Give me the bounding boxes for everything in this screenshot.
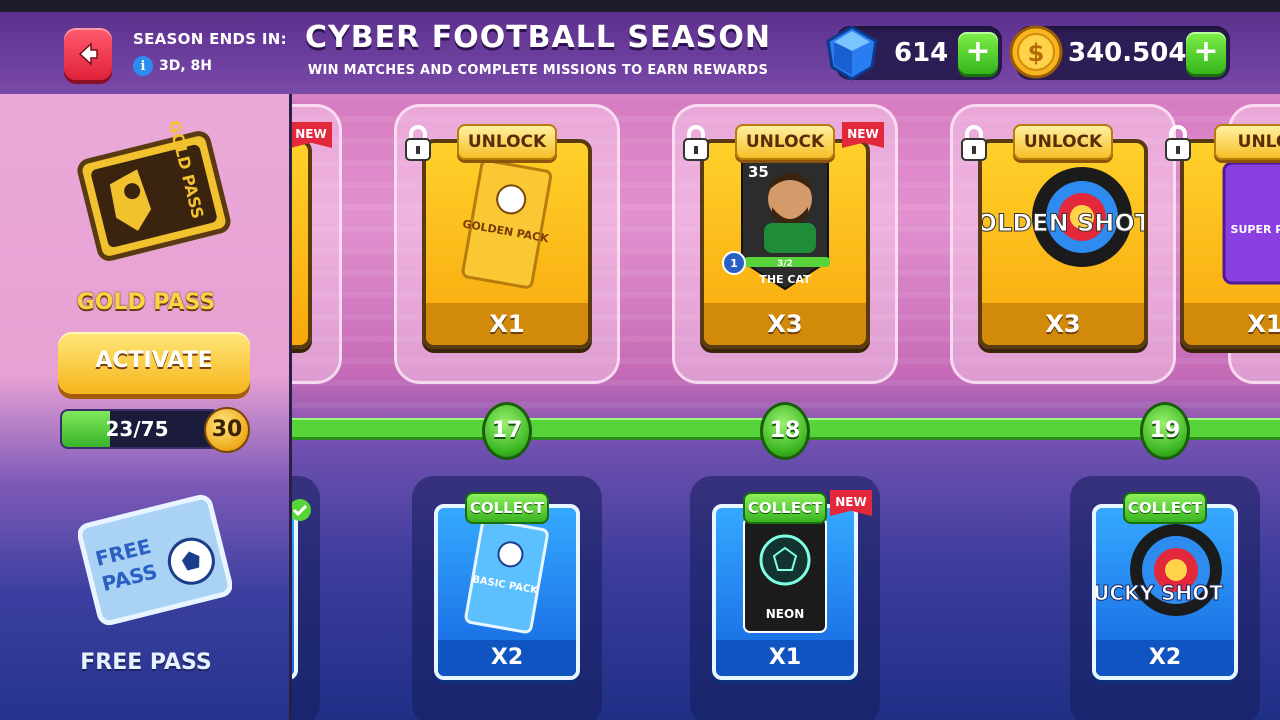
reward-track[interactable]: NEW GOLDEN PACK X1 UNLOCK 35 3/2 1 THE C…: [292, 94, 1280, 720]
free-pass-card-image[interactable]: FREE PASS: [78, 490, 232, 630]
svg-text:THE CAT: THE CAT: [759, 273, 811, 286]
reward-quantity: X3: [982, 303, 1144, 345]
free-reward-card[interactable]: NEON X1: [712, 504, 858, 680]
lock-icon: [1165, 125, 1191, 161]
free-reward-card-partial[interactable]: [292, 504, 298, 680]
basic-pack-image: BASIC PACK: [464, 518, 549, 634]
gold-reward-card[interactable]: GOLDEN SHOT X3: [978, 139, 1148, 349]
collect-button[interactable]: COLLECT: [465, 492, 549, 524]
reward-quantity: X1: [426, 303, 588, 345]
svg-text:GOLDEN SHOT: GOLDEN SHOT: [982, 209, 1144, 237]
pass-sidebar: GOLD PASS GOLD PASS ACTIVATE 23/75 30 FR…: [0, 94, 292, 720]
unlock-tag: UNLOCK: [457, 124, 557, 160]
current-level-badge: 30: [204, 407, 250, 453]
coins-value: 340.504: [1068, 38, 1187, 68]
super-pack-image: SUPER PACK: [1222, 161, 1280, 285]
reward-quantity: X2: [1096, 640, 1234, 676]
neon-ball-image: NEON: [743, 517, 827, 633]
game-screen: SEASON ENDS IN: i 3D, 8H CYBER FOOTBALL …: [0, 0, 1280, 720]
gold-pass-label: GOLD PASS: [76, 290, 216, 315]
gold-reward-card[interactable]: GOLDEN PACK X1: [422, 139, 592, 349]
level-node: 17: [482, 402, 532, 460]
lucky-shot-image: LUCKY SHOT: [1096, 524, 1224, 616]
coins-counter: $ 340.504 +: [1009, 25, 1230, 80]
level-node: 19: [1140, 402, 1190, 460]
add-gems-button[interactable]: +: [958, 32, 998, 74]
gold-reward-card-partial[interactable]: [292, 139, 312, 349]
golden-shot-image: GOLDEN SHOT: [982, 167, 1144, 267]
gold-pass-card-image[interactable]: GOLD PASS: [74, 116, 234, 276]
free-reward-card[interactable]: LUCKY SHOT X2: [1092, 504, 1238, 680]
player-card-image: 35 3/2 1 THE CAT: [722, 160, 830, 291]
svg-text:LUCKY SHOT: LUCKY SHOT: [1096, 581, 1223, 605]
collect-button[interactable]: COLLECT: [743, 492, 827, 524]
season-progress-bar: 23/75: [60, 409, 220, 449]
back-arrow-icon: [78, 42, 98, 66]
collect-button[interactable]: COLLECT: [1123, 492, 1207, 524]
lock-icon: [683, 125, 709, 161]
reward-quantity: X3: [704, 303, 866, 345]
svg-text:$: $: [1028, 39, 1045, 67]
svg-text:35: 35: [748, 163, 769, 181]
page-subtitle: WIN MATCHES AND COMPLETE MISSIONS TO EAR…: [307, 63, 769, 78]
check-icon: [292, 499, 311, 521]
gems-counter: 614 +: [826, 25, 1002, 81]
gem-icon: [826, 25, 878, 81]
activate-button[interactable]: ACTIVATE: [58, 332, 250, 394]
season-ends-label: SEASON ENDS IN:: [133, 30, 287, 48]
gold-reward-card[interactable]: 35 3/2 1 THE CAT X3: [700, 139, 870, 349]
unlock-tag: UNLOCK: [735, 124, 835, 160]
level-node: 18: [760, 402, 810, 460]
free-pass-label: FREE PASS: [80, 650, 212, 675]
back-button[interactable]: [64, 28, 112, 80]
season-time-remaining: 3D, 8H: [159, 58, 213, 74]
coin-icon: $: [1009, 25, 1063, 79]
unlock-tag: UNLO: [1214, 124, 1280, 160]
golden-pack-image: GOLDEN PACK: [461, 159, 553, 289]
unlock-tag: UNLOCK: [1013, 124, 1113, 160]
reward-quantity: X1: [1184, 303, 1280, 345]
svg-text:SUPER PACK: SUPER PACK: [1231, 223, 1280, 236]
lock-icon: [961, 125, 987, 161]
reward-quantity: X1: [716, 640, 854, 676]
top-bar: SEASON ENDS IN: i 3D, 8H CYBER FOOTBALL …: [0, 0, 1280, 94]
info-icon[interactable]: i: [133, 56, 153, 76]
add-coins-button[interactable]: +: [1186, 32, 1226, 74]
lock-icon: [405, 125, 431, 161]
gems-value: 614: [894, 38, 949, 68]
svg-text:NEON: NEON: [766, 607, 804, 621]
free-reward-card[interactable]: BASIC PACK X2: [434, 504, 580, 680]
svg-text:3/2: 3/2: [777, 259, 793, 269]
page-title: CYBER FOOTBALL SEASON: [305, 20, 771, 55]
svg-text:1: 1: [730, 257, 738, 270]
gold-reward-card-partial[interactable]: SUPER PACK X1: [1180, 139, 1280, 349]
reward-quantity: X2: [438, 640, 576, 676]
season-progress-text: 23/75: [105, 417, 169, 441]
